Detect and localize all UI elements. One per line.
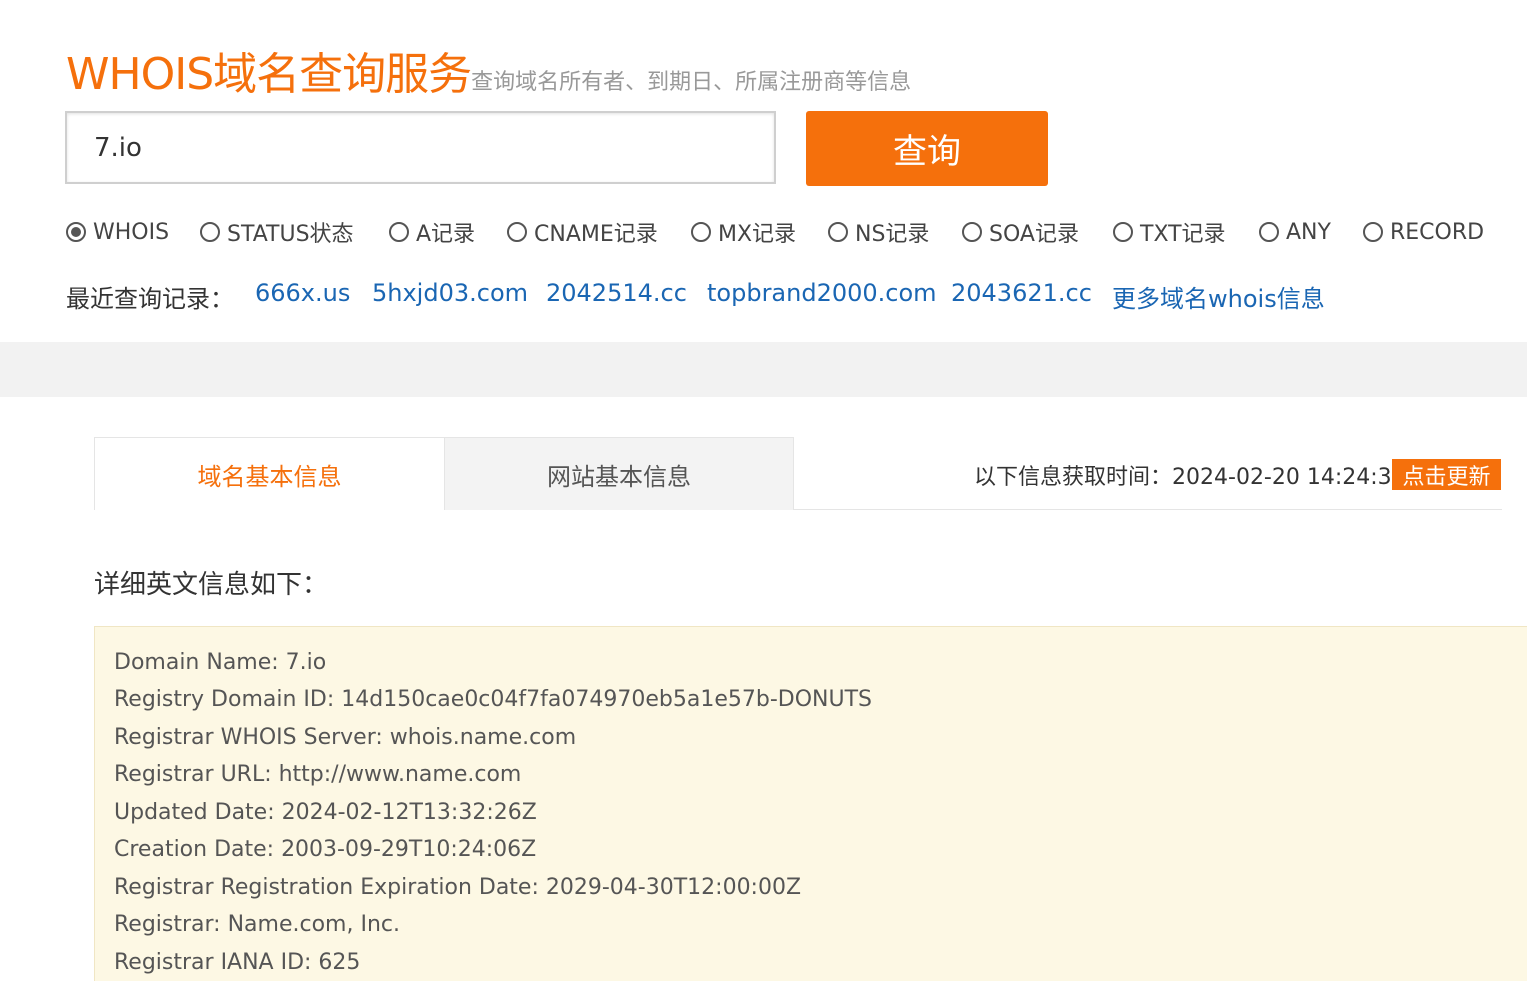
whois-line: Domain Name: 7.io bbox=[114, 650, 327, 675]
more-whois-link[interactable]: 更多域名whois信息 bbox=[1112, 279, 1325, 314]
whois-line: Registry Domain ID: 14d150cae0c04f7fa074… bbox=[114, 687, 872, 712]
radio-record[interactable]: RECORD bbox=[1363, 216, 1484, 248]
tab-domain-info[interactable]: 域名基本信息 bbox=[94, 437, 444, 510]
whois-line: Registrar Registration Expiration Date: … bbox=[114, 875, 802, 900]
record-type-options: WHOIS STATUS状态 A记录 CNAME记录 MX记录 NS记录 SOA… bbox=[66, 216, 1521, 248]
radio-unchecked-icon bbox=[1113, 222, 1133, 242]
fetch-time-value: 2024-02-20 14:24:31 bbox=[1172, 465, 1406, 490]
recent-query-link[interactable]: topbrand2000.com bbox=[707, 279, 937, 307]
radio-label: SOA记录 bbox=[989, 222, 1079, 247]
radio-label: STATUS状态 bbox=[227, 222, 354, 247]
radio-any[interactable]: ANY bbox=[1259, 216, 1331, 248]
fetch-time-info: 以下信息获取时间：2024-02-20 14:24:31 bbox=[974, 459, 1406, 491]
whois-line: Creation Date: 2003-09-29T10:24:06Z bbox=[114, 837, 537, 862]
radio-unchecked-icon bbox=[1363, 222, 1383, 242]
radio-unchecked-icon bbox=[200, 222, 220, 242]
radio-unchecked-icon bbox=[962, 222, 982, 242]
fetch-time-label: 以下信息获取时间： bbox=[974, 465, 1173, 490]
whois-line: Registrar WHOIS Server: whois.name.com bbox=[114, 725, 577, 750]
page-header: WHOIS域名查询服务查询域名所有者、到期日、所属注册商等信息 bbox=[66, 38, 911, 102]
radio-unchecked-icon bbox=[691, 222, 711, 242]
radio-mx-record[interactable]: MX记录 bbox=[691, 216, 796, 248]
tab-site-info[interactable]: 网站基本信息 bbox=[444, 437, 794, 510]
radio-label: RECORD bbox=[1390, 219, 1485, 245]
detail-heading: 详细英文信息如下： bbox=[94, 570, 329, 600]
radio-label: CNAME记录 bbox=[534, 222, 658, 247]
radio-ns-record[interactable]: NS记录 bbox=[828, 216, 929, 248]
radio-unchecked-icon bbox=[828, 222, 848, 242]
radio-label: NS记录 bbox=[855, 222, 930, 247]
radio-label: MX记录 bbox=[718, 222, 797, 247]
whois-raw-panel: Domain Name: 7.io Registry Domain ID: 14… bbox=[94, 626, 1527, 981]
whois-line: Updated Date: 2024-02-12T13:32:26Z bbox=[114, 800, 537, 825]
radio-label: WHOIS bbox=[93, 219, 170, 245]
radio-checked-icon bbox=[66, 222, 86, 242]
whois-line: Registrar URL: http://www.name.com bbox=[114, 762, 522, 787]
query-button[interactable]: 查询 bbox=[806, 111, 1048, 186]
radio-unchecked-icon bbox=[507, 222, 527, 242]
radio-unchecked-icon bbox=[1259, 222, 1279, 242]
refresh-button[interactable]: 点击更新 bbox=[1392, 459, 1501, 490]
recent-queries: 最近查询记录： 666x.us 5hxjd03.com 2042514.cc t… bbox=[66, 279, 1521, 315]
recent-query-link[interactable]: 2043621.cc bbox=[951, 279, 1092, 307]
radio-cname-record[interactable]: CNAME记录 bbox=[507, 216, 658, 248]
radio-label: TXT记录 bbox=[1140, 222, 1226, 247]
whois-line: Registrar: Name.com, Inc. bbox=[114, 912, 400, 937]
radio-a-record[interactable]: A记录 bbox=[389, 216, 475, 248]
radio-status[interactable]: STATUS状态 bbox=[200, 216, 354, 248]
recent-query-link[interactable]: 2042514.cc bbox=[546, 279, 687, 307]
radio-txt-record[interactable]: TXT记录 bbox=[1113, 216, 1226, 248]
recent-query-link[interactable]: 5hxjd03.com bbox=[372, 279, 528, 307]
page-subtitle: 查询域名所有者、到期日、所属注册商等信息 bbox=[471, 70, 912, 95]
recent-queries-label: 最近查询记录： bbox=[66, 285, 234, 313]
radio-whois[interactable]: WHOIS bbox=[66, 216, 169, 248]
whois-line: Registrar IANA ID: 625 bbox=[114, 950, 361, 975]
page-title: WHOIS域名查询服务 bbox=[66, 49, 472, 100]
radio-soa-record[interactable]: SOA记录 bbox=[962, 216, 1079, 248]
recent-query-link[interactable]: 666x.us bbox=[255, 279, 350, 307]
tab-underline bbox=[794, 509, 1502, 510]
section-divider-band bbox=[0, 342, 1527, 397]
radio-label: ANY bbox=[1286, 219, 1331, 245]
radio-label: A记录 bbox=[416, 222, 476, 247]
radio-unchecked-icon bbox=[389, 222, 409, 242]
domain-search-input[interactable] bbox=[65, 111, 776, 184]
